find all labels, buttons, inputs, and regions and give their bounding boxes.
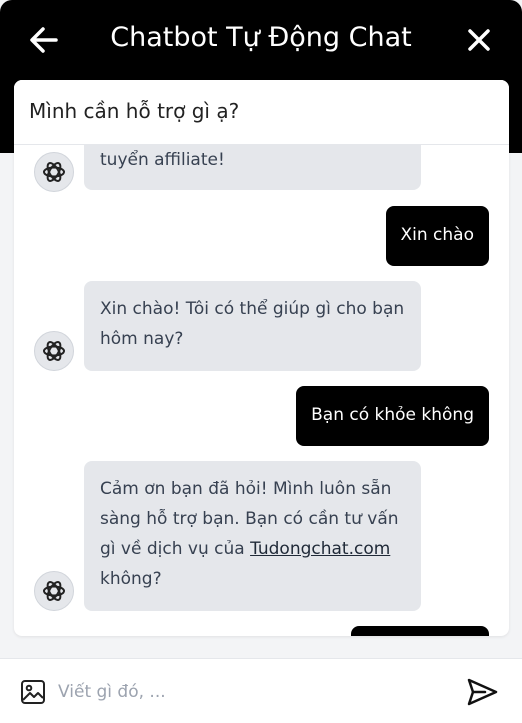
bot-message-text: Xin chào! Tôi có thể giúp gì cho bạn hôm… [100,299,405,349]
chat-prompt-bar: Mình cần hỗ trợ gì ạ? [14,80,509,145]
attach-image-button[interactable] [20,679,46,705]
message-composer [0,658,522,723]
chat-panel: Mình cần hỗ trợ gì ạ? tuyển affiliate! X… [14,80,509,636]
bot-message-text: tuyển affiliate! [100,150,225,170]
close-button[interactable] [461,22,497,58]
user-message: Xin chào [385,206,489,266]
user-message-text: Xin chào [400,225,475,245]
message-list[interactable]: tuyển affiliate! Xin chào Xin chào! Tôi … [14,80,509,636]
openai-logo-icon [43,341,65,361]
user-message: Bạn có khỏe không [296,386,489,446]
bot-message: Xin chào! Tôi có thể giúp gì cho bạn hôm… [84,281,421,371]
message-input[interactable] [56,675,440,709]
close-icon [468,29,490,51]
user-message-text: Bạn có khỏe không [311,405,474,425]
bot-message: Cảm ơn bạn đã hỏi! Mình luôn sẵn sàng hỗ… [84,461,421,611]
chat-title: Chatbot Tự Động Chat [110,22,412,53]
chat-prompt: Mình cần hỗ trợ gì ạ? [29,99,240,123]
send-button[interactable] [465,675,499,709]
bot-message-text: không? [100,569,162,589]
bot-avatar [34,152,74,192]
openai-logo-icon [43,581,65,601]
send-icon [467,678,498,706]
openai-logo-icon [43,162,65,182]
website-link[interactable]: Tudongchat.com [250,539,390,559]
bot-avatar [34,331,74,371]
bot-avatar [34,571,74,611]
user-message [351,626,489,636]
image-icon [21,680,45,704]
